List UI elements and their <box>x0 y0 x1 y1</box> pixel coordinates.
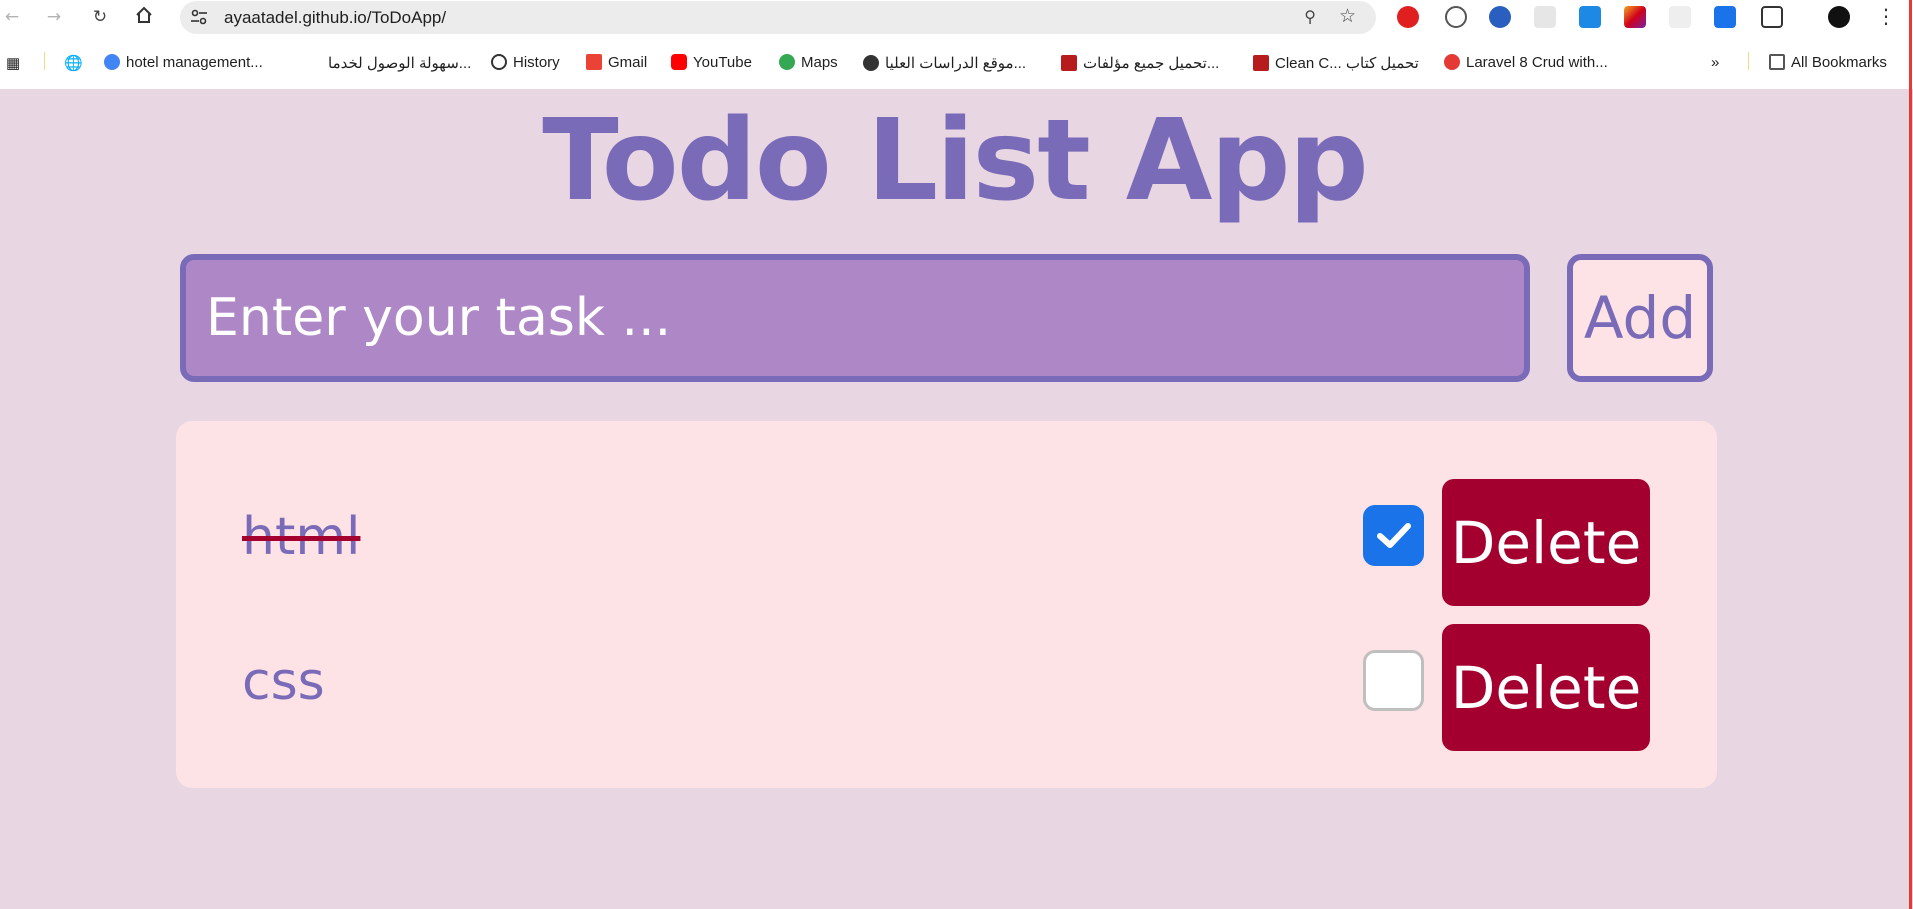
extension-icon[interactable] <box>1445 6 1467 28</box>
task-text: html <box>242 507 361 567</box>
list-item: html Delete <box>176 479 1717 606</box>
extensions-puzzle-icon[interactable] <box>1761 6 1783 28</box>
task-text: css <box>242 652 325 712</box>
back-icon[interactable]: ← <box>0 6 24 28</box>
site-settings-icon[interactable] <box>190 9 208 25</box>
bookmark-item[interactable]: Maps <box>779 54 838 71</box>
task-input[interactable] <box>180 254 1530 382</box>
adblock-extension-icon[interactable] <box>1397 6 1419 28</box>
task-checkbox[interactable] <box>1363 505 1424 566</box>
window-edge <box>1909 0 1912 89</box>
delete-button[interactable]: Delete <box>1442 479 1650 606</box>
bookmarks-bar: ▦ 🌐 hotel management... سهولة الوصول لخد… <box>0 48 1913 78</box>
apps-grid-icon[interactable]: ▦ <box>6 54 20 72</box>
home-icon[interactable] <box>132 6 156 28</box>
browser-chrome: ← → ↻ ayaatadel.github.io/ToDoApp/ ⚲ ☆ ⋮… <box>0 0 1913 89</box>
bookmark-star-icon[interactable]: ☆ <box>1339 5 1356 27</box>
globe-icon[interactable]: 🌐 <box>64 54 83 72</box>
forward-icon[interactable]: → <box>42 6 66 28</box>
extension-icon[interactable] <box>1534 6 1556 28</box>
bookmark-item[interactable]: Gmail <box>586 54 647 71</box>
page-title: Todo List App <box>542 96 1369 226</box>
profile-avatar[interactable] <box>1828 6 1850 28</box>
extension-icon[interactable] <box>1579 6 1601 28</box>
bookmark-item[interactable]: Clean C... تحميل كتاب <box>1253 54 1419 72</box>
google-icon <box>104 54 120 70</box>
url-text: ayaatadel.github.io/ToDoApp/ <box>224 8 447 27</box>
add-button[interactable]: Add <box>1567 254 1713 382</box>
book-icon <box>1253 55 1269 71</box>
gmail-icon <box>586 54 602 70</box>
list-item: css Delete <box>176 624 1717 751</box>
task-list: html Delete css Delete <box>176 421 1717 788</box>
window-edge <box>1909 89 1912 909</box>
all-bookmarks[interactable]: All Bookmarks <box>1769 54 1887 71</box>
folder-icon <box>1769 54 1785 70</box>
delete-button[interactable]: Delete <box>1442 624 1650 751</box>
youtube-icon <box>671 54 687 70</box>
download-extension-icon[interactable] <box>1714 6 1736 28</box>
laravel-icon <box>1444 54 1460 70</box>
text-extension-icon[interactable] <box>1669 6 1691 28</box>
maps-icon <box>779 54 795 70</box>
bookmarks-divider <box>1748 52 1749 70</box>
bookmark-item[interactable]: Laravel 8 Crud with... <box>1444 54 1608 71</box>
bookmark-item[interactable]: تحميل جميع مؤلفات... <box>1061 54 1219 72</box>
task-checkbox[interactable] <box>1363 650 1424 711</box>
book-icon <box>1061 55 1077 71</box>
zoom-icon[interactable]: ⚲ <box>1304 7 1316 26</box>
bookmarks-overflow-icon[interactable]: » <box>1711 54 1719 71</box>
browser-toolbar: ← → ↻ ayaatadel.github.io/ToDoApp/ ⚲ ☆ ⋮ <box>0 0 1913 35</box>
bookmarks-divider <box>44 52 45 70</box>
bookmark-item[interactable]: سهولة الوصول لخدما... <box>328 54 471 72</box>
extension-icon[interactable] <box>1489 6 1511 28</box>
checkmark-icon <box>1377 523 1411 548</box>
bookmark-item[interactable]: History <box>491 54 560 71</box>
bookmark-item[interactable]: YouTube <box>671 54 752 71</box>
bookmark-item[interactable]: hotel management... <box>104 54 263 71</box>
bookmark-item[interactable]: موقع الدراسات العليا... <box>863 54 1026 72</box>
color-picker-extension-icon[interactable] <box>1624 6 1646 28</box>
history-icon <box>491 54 507 70</box>
address-bar[interactable]: ayaatadel.github.io/ToDoApp/ ⚲ ☆ <box>180 1 1376 34</box>
browser-menu-icon[interactable]: ⋮ <box>1876 4 1896 28</box>
reload-icon[interactable]: ↻ <box>88 6 112 28</box>
globe-icon <box>863 55 879 71</box>
